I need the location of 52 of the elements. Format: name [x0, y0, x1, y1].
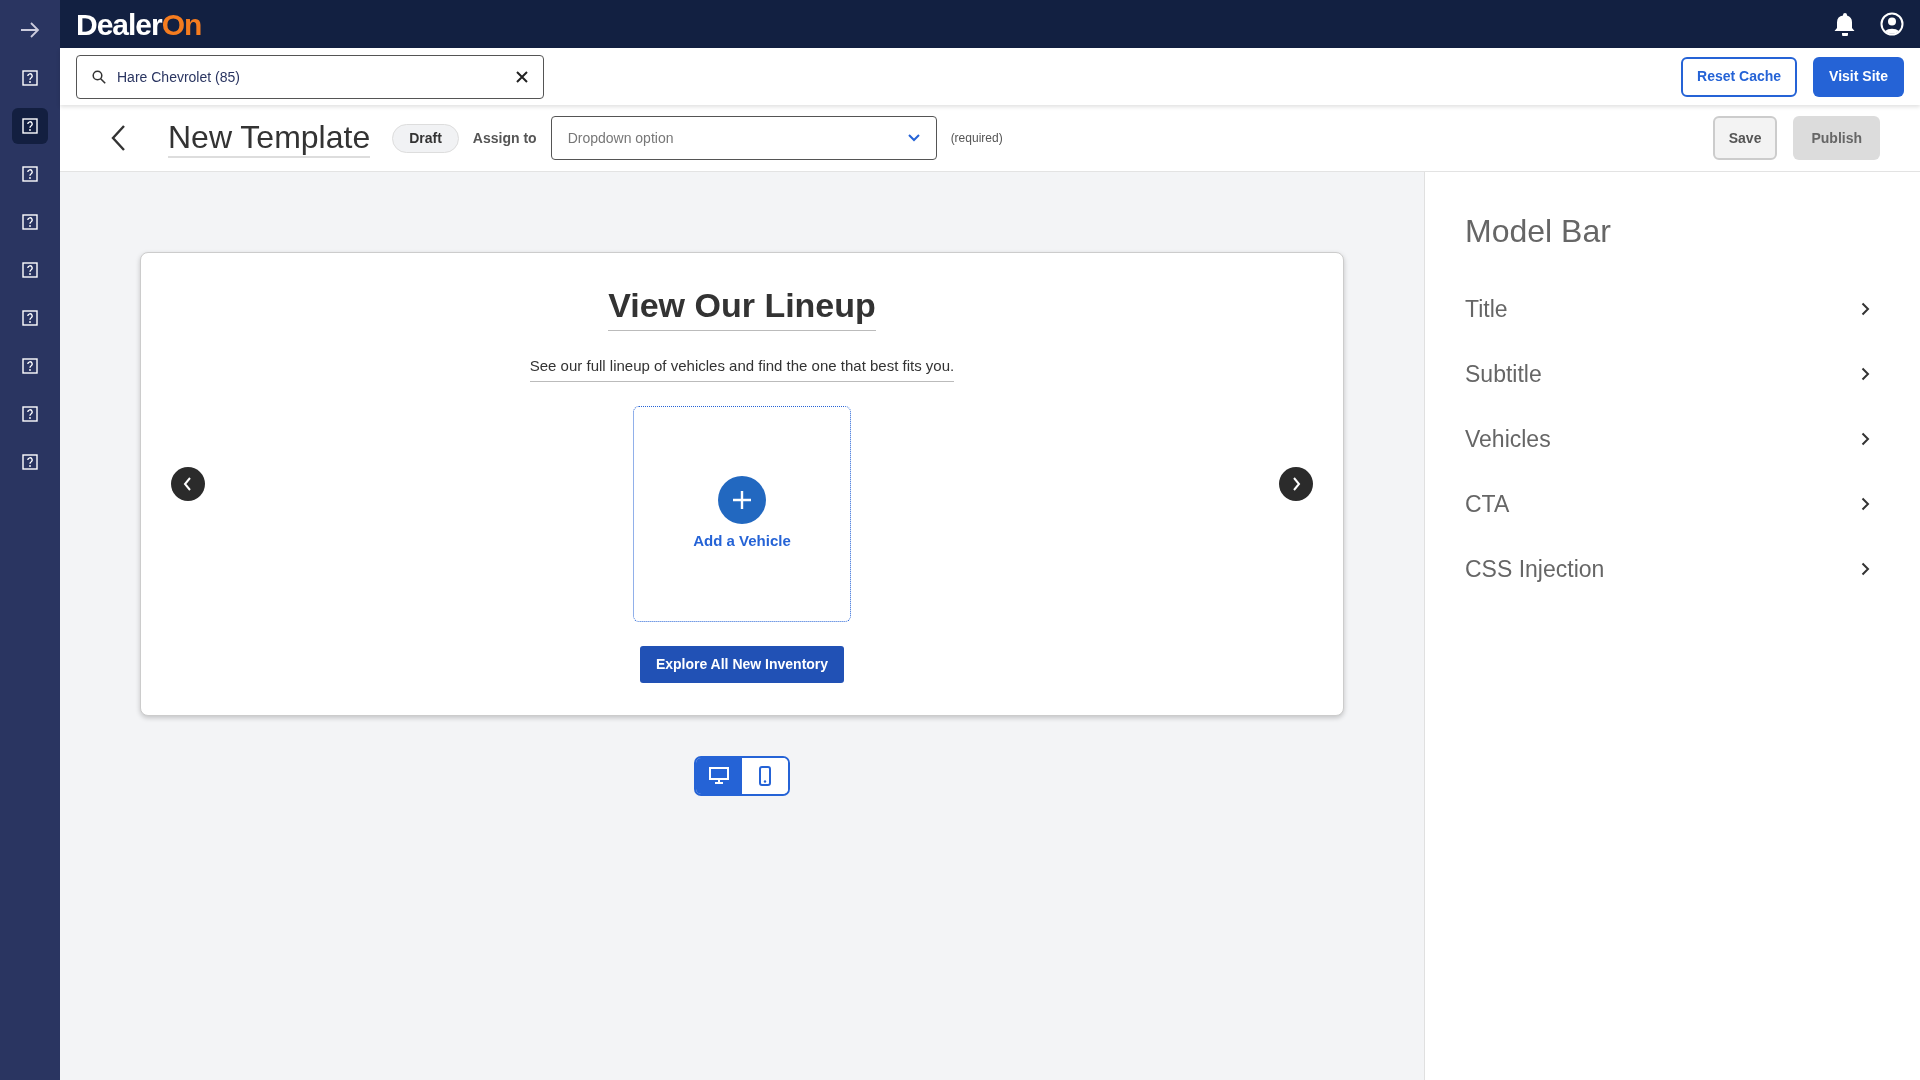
save-button[interactable]: Save [1712, 116, 1778, 160]
panel-item[interactable]: CSS Injection [1465, 536, 1880, 602]
panel-item[interactable]: Title [1465, 276, 1880, 342]
bell-icon[interactable] [1834, 12, 1856, 36]
user-icon[interactable] [1880, 12, 1904, 36]
back-button[interactable] [110, 124, 126, 152]
plus-icon [718, 475, 766, 524]
chevron-right-icon [1290, 477, 1302, 491]
sidebar-item[interactable] [12, 108, 48, 144]
chevron-right-icon [1861, 301, 1870, 316]
help-icon [22, 166, 38, 182]
help-icon [22, 454, 38, 470]
help-icon [22, 118, 38, 134]
chevron-right-icon [1861, 496, 1870, 511]
mobile-view-button[interactable] [742, 758, 788, 794]
panel-item[interactable]: CTA [1465, 471, 1880, 537]
assign-label: Assign to [472, 128, 537, 148]
chevron-right-icon [1861, 366, 1870, 381]
previous-button[interactable] [171, 467, 205, 501]
search-field[interactable]: Hare Chevrolet (85) [76, 54, 544, 99]
desktop-view-button[interactable] [696, 758, 742, 794]
chevron-right-icon [1861, 431, 1870, 446]
help-icon [22, 262, 38, 278]
visit-button[interactable]: Visit Site [1813, 56, 1904, 97]
help-icon [22, 358, 38, 374]
chevron-left-icon [182, 477, 194, 491]
phone-icon [759, 766, 771, 786]
page-title: New Template [168, 117, 371, 159]
search-icon [92, 69, 106, 84]
help-icon [22, 406, 38, 422]
next-button[interactable] [1279, 467, 1313, 501]
help-icon [22, 214, 38, 230]
assign-dropdown[interactable]: Dropdown option [550, 116, 937, 160]
status-badge: Draft [392, 123, 459, 153]
chevron-right-icon [1861, 561, 1870, 576]
close-icon[interactable] [516, 70, 528, 83]
explore-button[interactable]: Explore All New Inventory [639, 646, 845, 684]
add-vehicle-label: Add a Vehicle [693, 530, 791, 551]
panel-item[interactable]: Vehicles [1465, 406, 1880, 472]
chevron-down-icon [907, 134, 920, 142]
preview-title: View Our Lineup [608, 284, 876, 331]
arrow-icon [20, 22, 40, 38]
logo: DealerOn [76, 6, 202, 43]
reset-button[interactable]: Reset Cache [1681, 56, 1798, 97]
panel-item[interactable]: Subtitle [1465, 341, 1880, 407]
help-icon [22, 70, 38, 86]
required-note: (required) [950, 130, 1003, 147]
help-icon [22, 310, 38, 326]
panel-title: Model Bar [1465, 212, 1612, 251]
add-vehicle-tile[interactable]: Add a Vehicle [633, 406, 851, 623]
monitor-icon [709, 767, 729, 785]
preview-subtitle: See our full lineup of vehicles and find the one that best fits you. [529, 354, 955, 383]
